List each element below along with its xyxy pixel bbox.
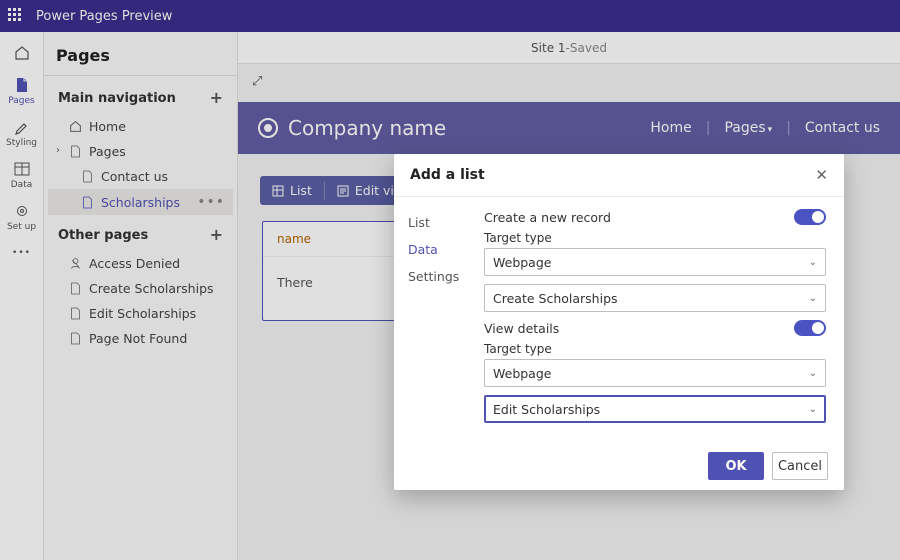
target-type-label-2: Target type bbox=[484, 342, 826, 356]
chevron-down-icon: ⌄ bbox=[809, 257, 817, 268]
create-page-select[interactable]: Create Scholarships ⌄ bbox=[484, 284, 826, 312]
view-details-toggle[interactable] bbox=[794, 320, 826, 336]
target-type-select-2[interactable]: Webpage ⌄ bbox=[484, 359, 826, 387]
edit-page-select[interactable]: Edit Scholarships ⌄ bbox=[484, 395, 826, 423]
create-record-label: Create a new record bbox=[484, 210, 611, 225]
close-icon[interactable]: ✕ bbox=[815, 166, 828, 184]
add-list-modal: Add a list ✕ List Data Settings Create a… bbox=[394, 154, 844, 490]
target-type-select-1[interactable]: Webpage ⌄ bbox=[484, 248, 826, 276]
modal-tab-list[interactable]: List bbox=[398, 209, 476, 236]
cancel-button[interactable]: Cancel bbox=[772, 452, 828, 480]
chevron-down-icon: ⌄ bbox=[809, 404, 817, 415]
modal-tabs: List Data Settings bbox=[394, 197, 480, 442]
modal-title: Add a list bbox=[410, 167, 485, 183]
view-details-label: View details bbox=[484, 321, 559, 336]
target-type-label-1: Target type bbox=[484, 231, 826, 245]
modal-tab-settings[interactable]: Settings bbox=[398, 263, 476, 290]
ok-button[interactable]: OK bbox=[708, 452, 764, 480]
create-record-toggle[interactable] bbox=[794, 209, 826, 225]
chevron-down-icon: ⌄ bbox=[809, 368, 817, 379]
chevron-down-icon: ⌄ bbox=[809, 293, 817, 304]
modal-tab-data[interactable]: Data bbox=[398, 236, 476, 263]
